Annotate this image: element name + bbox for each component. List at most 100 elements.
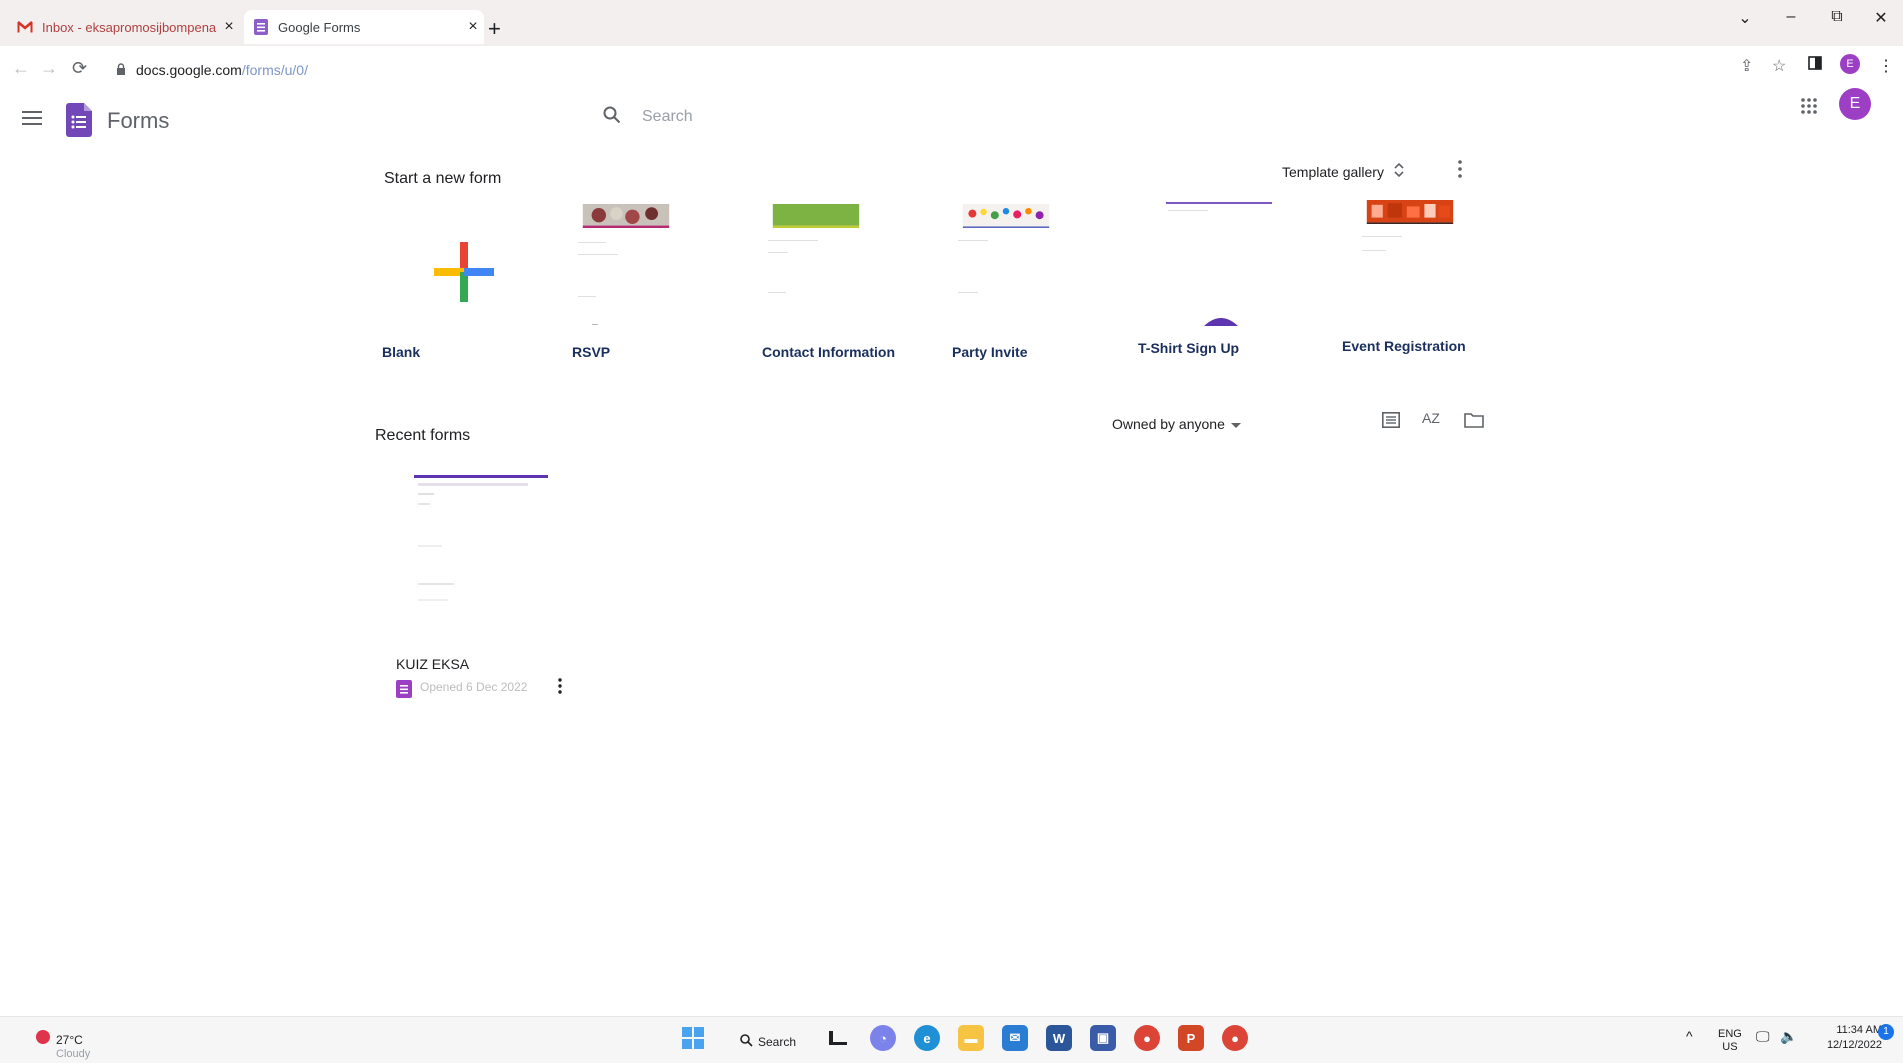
- recent-form-card[interactable]: KUIZ EKSA Opened 6 Dec 2022: [386, 460, 574, 700]
- sort-az-icon[interactable]: AZ: [1422, 410, 1440, 426]
- browser-profile-avatar[interactable]: E: [1840, 54, 1860, 74]
- chrome-icon[interactable]: ●: [1134, 1025, 1160, 1051]
- template-tshirt-sign-up[interactable]: T-Shirt Sign Up: [1138, 196, 1272, 356]
- bookmark-star-icon[interactable]: ☆: [1772, 56, 1786, 76]
- network-icon[interactable]: 🖵: [1756, 1028, 1770, 1045]
- edge-browser-icon[interactable]: e: [914, 1025, 940, 1051]
- template-thumbnail: [572, 196, 682, 326]
- template-thumbnail: [382, 196, 494, 326]
- share-icon[interactable]: ⇪: [1740, 56, 1753, 76]
- tab-gmail[interactable]: Inbox - eksapromosijbompena ×: [8, 10, 240, 44]
- show-hidden-icons-icon[interactable]: ^: [1686, 1028, 1693, 1044]
- event-banner-image: [1366, 200, 1454, 224]
- forward-icon[interactable]: →: [40, 58, 58, 79]
- url-field[interactable]: docs.google.com/forms/u/0/: [136, 62, 308, 78]
- word-icon[interactable]: W: [1046, 1025, 1072, 1051]
- region-code: US: [1722, 1041, 1738, 1053]
- system-clock[interactable]: 11:34 AM 12/12/2022: [1810, 1016, 1882, 1053]
- search-input[interactable]: [640, 104, 1044, 130]
- account-avatar[interactable]: E: [1839, 88, 1871, 120]
- more-actions-icon[interactable]: [558, 678, 562, 699]
- start-new-form-heading: Start a new form: [384, 170, 502, 187]
- minimize-button[interactable]: –: [1776, 8, 1806, 26]
- forms-logo-icon[interactable]: [66, 103, 92, 142]
- dropdown-arrow-icon: [1230, 416, 1241, 432]
- store-icon[interactable]: ▣: [1090, 1025, 1116, 1051]
- side-panel-icon[interactable]: [1808, 56, 1822, 75]
- template-label: Party Invite: [952, 344, 1028, 360]
- form-title: KUIZ EKSA: [396, 656, 470, 672]
- recent-forms-heading: Recent forms: [375, 427, 471, 444]
- google-apps-icon[interactable]: [1800, 97, 1818, 120]
- unfold-icon: [1394, 162, 1404, 181]
- search-icon: [740, 1034, 753, 1050]
- template-gallery-label: Template gallery: [1282, 163, 1384, 180]
- folder-icon[interactable]: [1464, 412, 1484, 433]
- powerpoint-icon[interactable]: P: [1178, 1025, 1204, 1051]
- form-last-opened: Opened 6 Dec 2022: [420, 680, 528, 694]
- template-event-registration[interactable]: Event Registration: [1342, 196, 1466, 354]
- clock-time: 11:34 AM: [1836, 1024, 1882, 1036]
- plus-icon: [434, 242, 494, 302]
- tshirt-icon: [1204, 318, 1238, 326]
- url-host: docs.google.com: [136, 62, 242, 78]
- forms-favicon-icon: [252, 18, 270, 36]
- owner-filter-dropdown[interactable]: Owned by anyone: [1112, 416, 1241, 432]
- back-icon[interactable]: ←: [12, 58, 30, 79]
- language-indicator[interactable]: ENG US: [1718, 1028, 1742, 1054]
- taskbar: [0, 1016, 1903, 1063]
- app-title: Forms: [107, 108, 170, 133]
- mail-icon[interactable]: ✉: [1002, 1025, 1028, 1051]
- tab-title: Inbox - eksapromosijbompena: [42, 19, 217, 35]
- forms-file-icon: [396, 680, 412, 703]
- search-icon[interactable]: [603, 106, 621, 129]
- tab-strip: Inbox - eksapromosijbompena × Google For…: [0, 0, 1903, 46]
- url-path: /forms/u/0/: [241, 62, 308, 78]
- volume-icon[interactable]: 🔈: [1780, 1028, 1797, 1045]
- template-label: Blank: [382, 344, 421, 360]
- template-rsvp[interactable]: RSVP: [572, 196, 682, 360]
- rsvp-banner-image: [582, 204, 670, 228]
- template-party-invite[interactable]: Party Invite: [952, 196, 1062, 360]
- new-tab-button[interactable]: +: [488, 16, 501, 42]
- contact-banner-image: [772, 204, 860, 228]
- tab-title: Google Forms: [278, 19, 361, 35]
- hamburger-menu-icon[interactable]: [22, 111, 42, 130]
- chrome-profile-icon[interactable]: ●: [1222, 1025, 1248, 1051]
- template-label: Event Registration: [1342, 338, 1466, 354]
- notification-badge[interactable]: 1: [1878, 1024, 1894, 1040]
- template-thumbnail: [1142, 196, 1272, 326]
- party-banner-image: [962, 204, 1050, 228]
- browser-menu-icon[interactable]: ⋮: [1878, 56, 1894, 76]
- close-window-button[interactable]: ✕: [1866, 8, 1896, 28]
- weather-icon[interactable]: [36, 1030, 50, 1044]
- owner-filter-label: Owned by anyone: [1112, 416, 1225, 432]
- reload-icon[interactable]: ⟳: [72, 58, 87, 79]
- taskbar-search[interactable]: Search: [740, 1034, 796, 1050]
- close-tab-icon[interactable]: ×: [218, 18, 240, 36]
- weather-temperature[interactable]: 27°C: [56, 1033, 83, 1047]
- language-code: ENG: [1718, 1028, 1742, 1040]
- task-view-icon[interactable]: [825, 1025, 851, 1051]
- file-explorer-icon[interactable]: ▬: [958, 1025, 984, 1051]
- template-label: RSVP: [572, 344, 611, 360]
- template-gallery-button[interactable]: Template gallery: [1282, 162, 1404, 181]
- chat-icon[interactable]: ◔: [870, 1025, 896, 1051]
- template-contact-information[interactable]: Contact Information: [762, 196, 895, 360]
- start-menu-icon[interactable]: [680, 1025, 706, 1051]
- template-thumbnail: [762, 196, 872, 326]
- template-label: Contact Information: [762, 344, 895, 360]
- close-tab-icon[interactable]: ×: [462, 18, 484, 36]
- template-thumbnail: [1356, 196, 1466, 326]
- tab-search-dropdown-icon[interactable]: ⌄: [1730, 8, 1760, 28]
- restore-button[interactable]: ⧉: [1822, 8, 1852, 26]
- tab-google-forms[interactable]: Google Forms ×: [244, 10, 484, 44]
- form-thumbnail: [414, 475, 548, 601]
- lock-icon[interactable]: [116, 62, 126, 80]
- template-blank[interactable]: Blank: [382, 196, 494, 360]
- taskbar-search-label: Search: [758, 1035, 797, 1049]
- more-options-icon[interactable]: [1458, 160, 1462, 183]
- list-view-icon[interactable]: [1382, 412, 1400, 433]
- template-thumbnail: [952, 196, 1062, 326]
- weather-condition: Cloudy: [56, 1048, 91, 1060]
